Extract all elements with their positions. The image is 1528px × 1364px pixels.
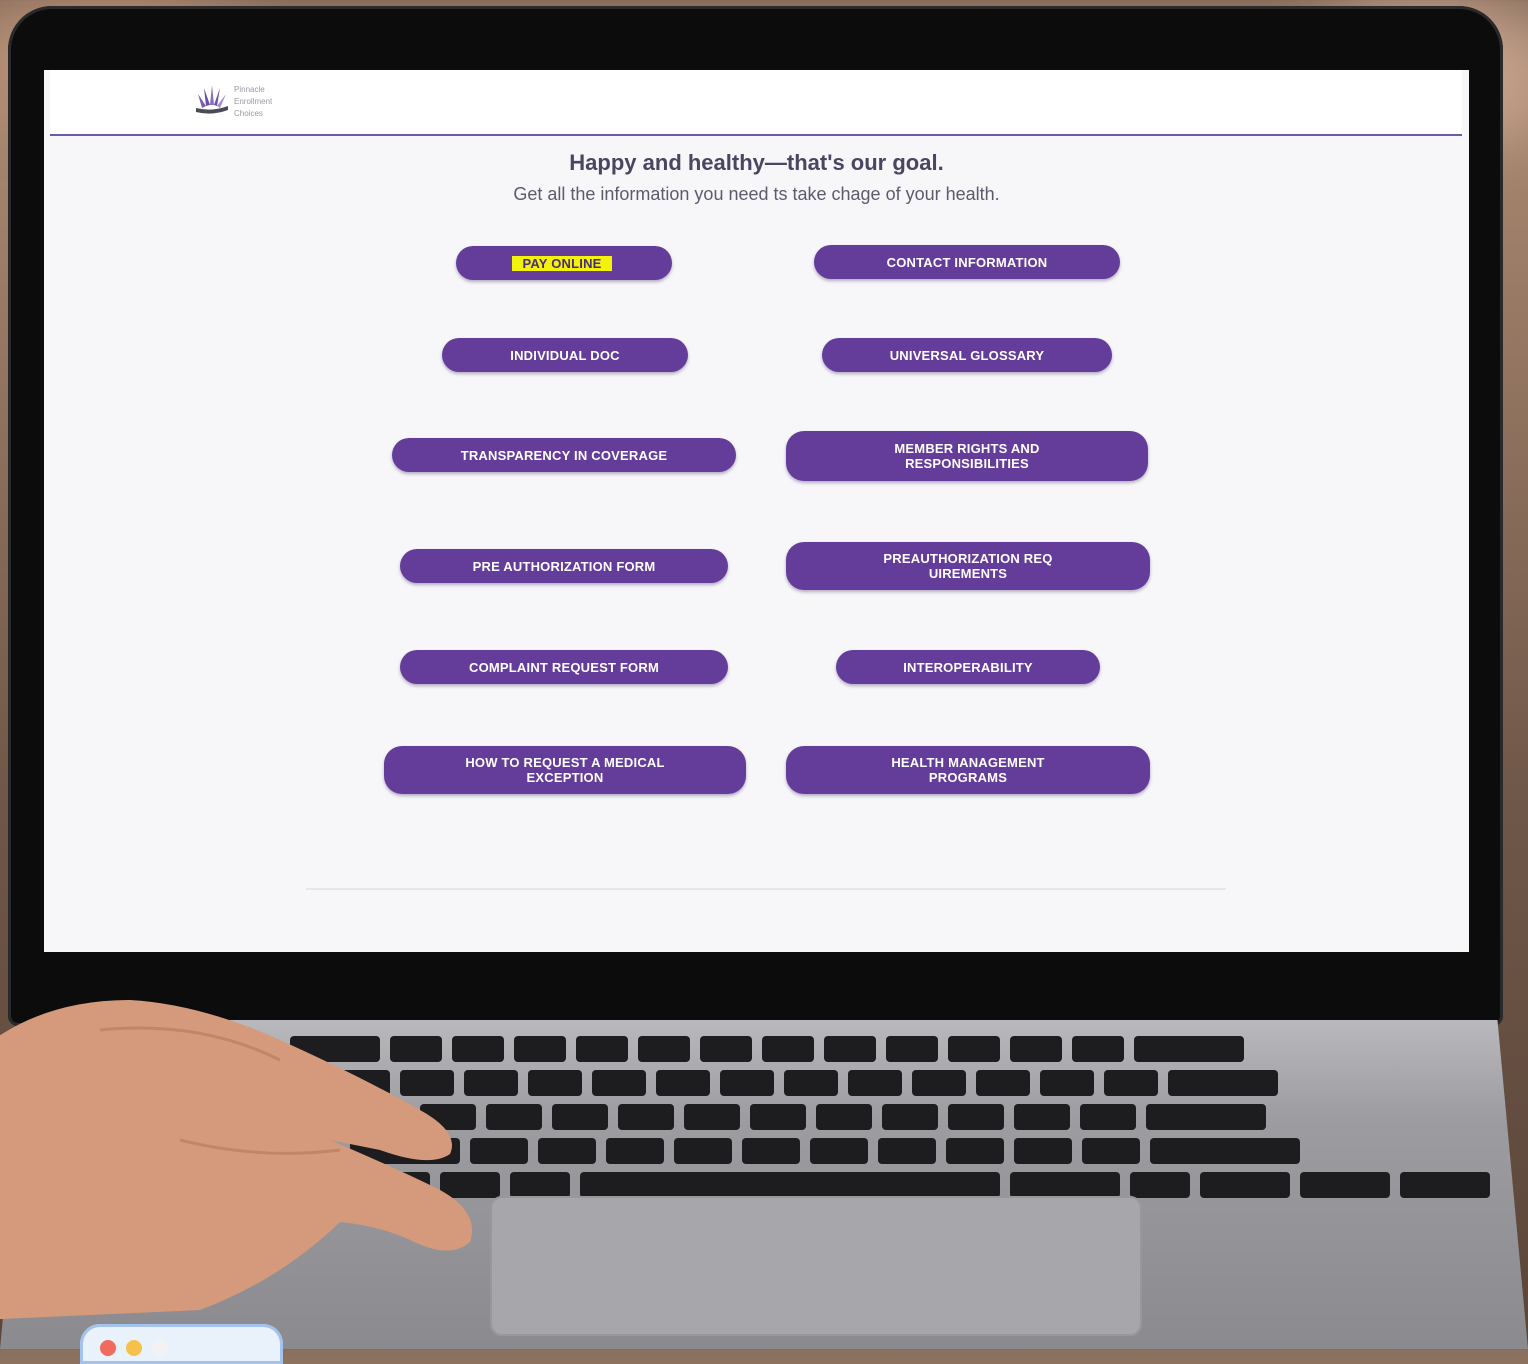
dock-dot-white [152, 1340, 168, 1356]
hand-illustration [0, 1000, 472, 1320]
pay-online-label: PAY ONLINE [512, 255, 612, 271]
dock-dot-red [100, 1340, 116, 1356]
interoperability-button[interactable]: INTEROPERABILITY [836, 650, 1100, 684]
universal-glossary-label: UNIVERSAL GLOSSARY [889, 347, 1045, 363]
interoperability-label: INTEROPERABILITY [903, 659, 1033, 675]
site-header: Pinnacle Enrollment Choices [50, 70, 1462, 136]
complaint-request-form-button[interactable]: COMPLAINT REQUEST FORM [400, 650, 728, 684]
individual-doc-label: INDIVIDUAL DOC [510, 347, 620, 363]
footer-divider [306, 888, 1226, 890]
dock-widget[interactable] [80, 1324, 283, 1364]
hero-subtitle: Get all the information you need ts take… [513, 184, 1000, 204]
fan-leaf-logo-icon [196, 85, 228, 114]
medical-exception-label: HOW TO REQUEST A MEDICAL EXCEPTION [465, 755, 665, 785]
medical-exception-button[interactable]: HOW TO REQUEST A MEDICAL EXCEPTION [384, 746, 746, 794]
health-management-programs-button[interactable]: HEALTH MANAGEMENT PROGRAMS [786, 746, 1150, 794]
member-rights-label: MEMBER RIGHTS AND RESPONSIBILITIES [894, 441, 1040, 471]
pre-authorization-requirements-label: PREAUTHORIZATION REQUIREMENTS [883, 551, 1053, 581]
hero-title: Happy and healthy—that's our goal. [569, 150, 944, 175]
pay-online-button[interactable]: PAY ONLINE [456, 246, 672, 280]
transparency-in-coverage-button[interactable]: TRANSPARENCY IN COVERAGE [392, 438, 736, 472]
complaint-request-form-label: COMPLAINT REQUEST FORM [468, 659, 659, 675]
transparency-in-coverage-label: TRANSPARENCY IN COVERAGE [460, 447, 668, 463]
member-rights-button[interactable]: MEMBER RIGHTS AND RESPONSIBILITIES [786, 431, 1148, 481]
pre-authorization-form-button[interactable]: PRE AUTHORIZATION FORM [400, 549, 728, 583]
browser-screen: Pinnacle Enrollment Choices Happy and he… [44, 70, 1469, 952]
pre-authorization-form-label: PRE AUTHORIZATION FORM [472, 558, 656, 574]
contact-information-button[interactable]: CONTACT INFORMATION [814, 245, 1120, 279]
logo-text: Pinnacle Enrollment Choices [234, 84, 272, 120]
logo-line-2: Enrollment [234, 97, 273, 106]
universal-glossary-button[interactable]: UNIVERSAL GLOSSARY [822, 338, 1112, 372]
trackpad[interactable] [490, 1196, 1142, 1336]
health-management-programs-label: HEALTH MANAGEMENT PROGRAMS [891, 755, 1045, 785]
logo-line-3: Choices [234, 109, 263, 118]
logo-line-1: Pinnacle [234, 85, 265, 94]
individual-doc-button[interactable]: INDIVIDUAL DOC [442, 338, 688, 372]
site-logo[interactable]: Pinnacle Enrollment Choices [192, 82, 302, 122]
keyboard-row-5 [370, 1172, 1490, 1198]
dock-dot-yellow [126, 1340, 142, 1356]
contact-information-label: CONTACT INFORMATION [886, 254, 1048, 270]
pre-authorization-requirements-button[interactable]: PREAUTHORIZATION REQUIREMENTS [786, 542, 1150, 590]
